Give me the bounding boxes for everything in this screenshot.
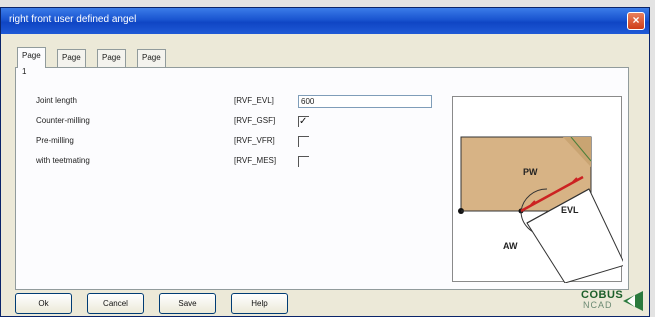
tab-page-1[interactable]: Page 1 [17, 47, 46, 76]
teetmating-code: [RVF_MES] [234, 156, 277, 165]
logo-sub: NCAD [583, 300, 613, 310]
pre-milling-code: [RVF_VFR] [234, 136, 275, 145]
cancel-button[interactable]: Cancel [87, 293, 144, 314]
ok-button[interactable]: Ok [15, 293, 72, 314]
tab-page-3[interactable]: Page 3 [97, 49, 126, 78]
teetmating-label: with teetmating [36, 156, 90, 165]
cobus-logo: COBUS NCAD [579, 287, 643, 315]
save-button[interactable]: Save [159, 293, 216, 314]
dialog-window: right front user defined angel × Page 1 … [0, 7, 650, 317]
pw-label: PW [523, 167, 538, 177]
close-icon: × [632, 13, 640, 27]
help-button[interactable]: Help [231, 293, 288, 314]
pre-milling-label: Pre-milling [36, 136, 74, 145]
window-title: right front user defined angel [9, 14, 137, 25]
tab-page-2[interactable]: Page 2 [57, 49, 86, 78]
close-button[interactable]: × [627, 12, 645, 30]
joint-preview-diagram: PW EVL AW [452, 96, 626, 284]
teetmating-checkbox[interactable] [298, 156, 309, 167]
tab-panel-page-1: Joint length [RVF_EVL] 600 Counter-milli… [15, 67, 629, 290]
joint-length-label: Joint length [36, 96, 77, 105]
aw-label: AW [503, 241, 518, 251]
tab-page-4[interactable]: Page 4 [137, 49, 166, 78]
checkmark-icon: ✓ [299, 116, 308, 127]
cobus-logo-icon [623, 291, 643, 311]
counter-milling-checkbox[interactable]: ✓ [298, 116, 309, 127]
counter-milling-code: [RVF_GSF] [234, 116, 276, 125]
joint-length-code: [RVF_EVL] [234, 96, 274, 105]
joint-length-input[interactable]: 600 [298, 95, 432, 108]
evl-label: EVL [561, 205, 579, 215]
joint-diagram-svg: PW EVL AW [458, 136, 626, 284]
pre-milling-checkbox[interactable] [298, 136, 309, 147]
counter-milling-label: Counter-milling [36, 116, 90, 125]
title-bar[interactable]: right front user defined angel × [1, 8, 649, 34]
